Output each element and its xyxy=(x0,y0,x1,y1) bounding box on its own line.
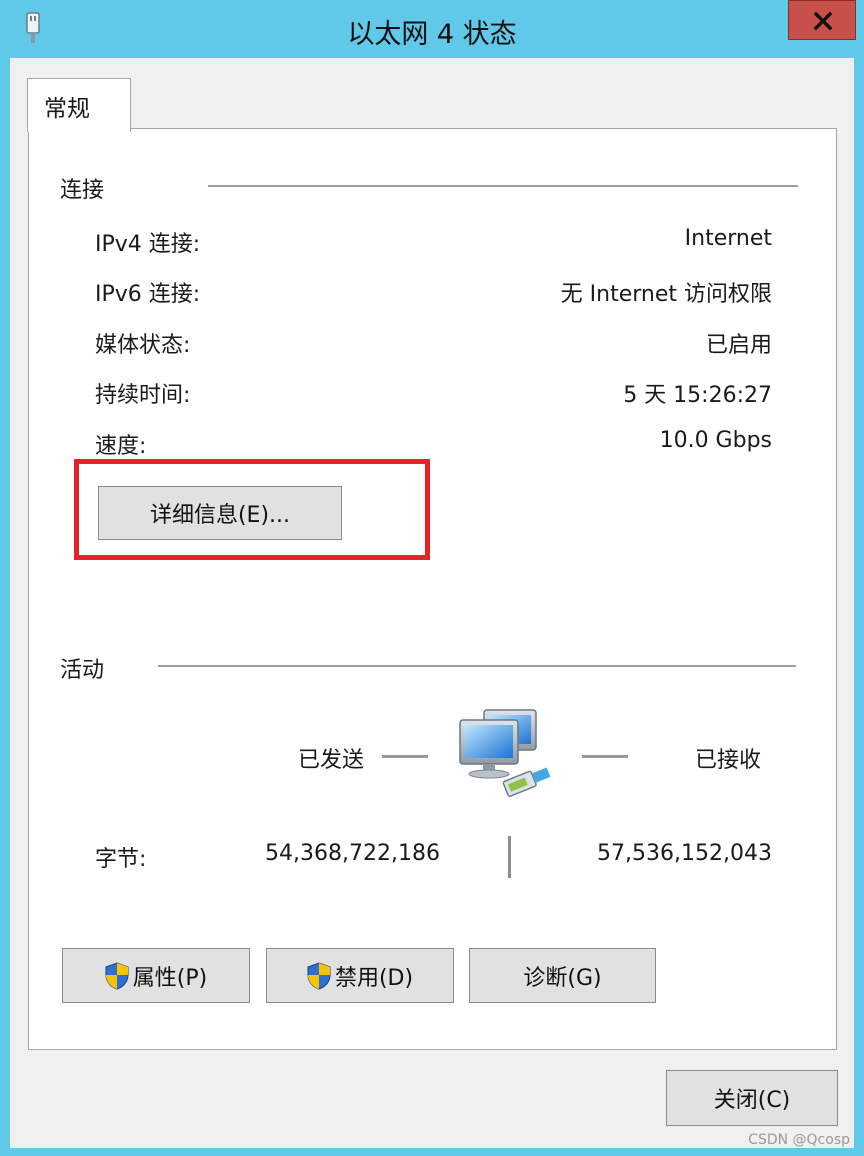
duration-value: 5 天 15:26:27 xyxy=(623,383,772,408)
properties-button[interactable]: 属性(P) xyxy=(62,948,250,1003)
media-state-label: 媒体状态: xyxy=(95,333,191,358)
diagnose-button[interactable]: 诊断(G) xyxy=(469,948,656,1003)
status-window: 以太网 4 状态 常规 连接 IPv4 连接: Internet IPv6 连接… xyxy=(0,0,864,1156)
close-icon xyxy=(813,11,833,31)
bytes-separator xyxy=(508,836,511,878)
ipv4-connectivity-label: IPv4 连接: xyxy=(95,232,201,257)
speed-label: 速度: xyxy=(95,434,147,459)
uac-shield-icon xyxy=(105,961,129,990)
tab-general-label: 常规 xyxy=(44,96,90,122)
close-button-label: 关闭(C) xyxy=(713,1088,791,1113)
watermark: CSDN @Qcosp xyxy=(748,1132,850,1148)
window-title: 以太网 4 状态 xyxy=(347,19,517,50)
tab-general[interactable]: 常规 xyxy=(27,78,131,132)
duration-label: 持续时间: xyxy=(95,383,191,408)
connection-section-header: 连接 xyxy=(60,178,105,203)
sent-line xyxy=(382,755,428,758)
bytes-received-value: 57,536,152,043 xyxy=(597,841,772,866)
media-state-value: 已启用 xyxy=(705,333,772,358)
close-window-button[interactable] xyxy=(788,0,856,40)
ipv4-connectivity-value: Internet xyxy=(684,226,772,251)
general-tab-panel xyxy=(28,128,837,1050)
activity-section-header: 活动 xyxy=(60,658,105,683)
properties-button-label: 属性(P) xyxy=(132,965,208,991)
disable-button-label: 禁用(D) xyxy=(334,965,414,991)
received-line xyxy=(582,755,628,758)
activity-divider xyxy=(158,665,796,667)
ipv6-connectivity-value: 无 Internet 访问权限 xyxy=(560,282,772,307)
network-computers-icon xyxy=(459,709,551,797)
highlight-annotation xyxy=(74,459,430,560)
bytes-label: 字节: xyxy=(95,847,147,872)
close-button[interactable]: 关闭(C) xyxy=(666,1070,838,1126)
speed-value: 10.0 Gbps xyxy=(659,428,772,453)
received-label: 已接收 xyxy=(695,748,762,773)
diagnose-button-label: 诊断(G) xyxy=(523,965,602,991)
sent-label: 已发送 xyxy=(298,748,365,773)
title-bar[interactable]: 以太网 4 状态 xyxy=(0,0,864,58)
uac-shield-icon xyxy=(307,961,331,990)
connection-divider xyxy=(208,185,798,187)
ipv6-connectivity-label: IPv6 连接: xyxy=(95,282,201,307)
disable-button[interactable]: 禁用(D) xyxy=(266,948,454,1003)
bytes-sent-value: 54,368,722,186 xyxy=(265,841,440,866)
